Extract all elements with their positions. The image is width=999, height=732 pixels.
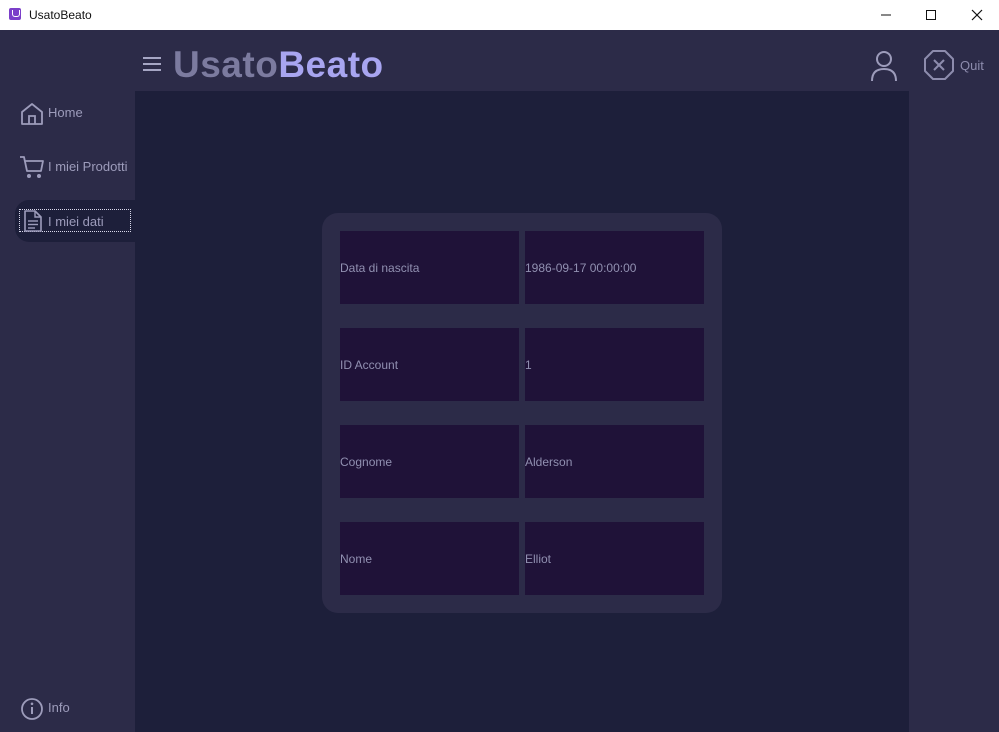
- quit-icon: [924, 50, 954, 80]
- sidebar-item-prodotti[interactable]: I miei Prodotti: [15, 147, 135, 187]
- quit-button[interactable]: Quit: [923, 49, 993, 81]
- cart-icon: [20, 156, 44, 178]
- app-icon: [9, 8, 21, 20]
- window-title: UsatoBeato: [29, 8, 92, 22]
- app-logo: UsatoBeato: [173, 44, 384, 86]
- hamburger-icon: [143, 57, 161, 59]
- minimize-button[interactable]: [863, 0, 909, 30]
- detail-label-birthdate: Data di nascita: [340, 231, 519, 304]
- sidebar-item-label: Info: [48, 700, 70, 715]
- detail-value-account-id: 1: [525, 328, 704, 401]
- sidebar-item-label: Home: [48, 105, 83, 120]
- sidebar-item-label: I miei dati: [48, 214, 104, 229]
- document-icon: [24, 210, 42, 232]
- close-button[interactable]: [954, 0, 999, 30]
- minimize-icon: [881, 14, 891, 16]
- logo-text-beato: Beato: [278, 44, 384, 85]
- logo-text-usato: Usato: [173, 44, 279, 85]
- detail-label-account-id: ID Account: [340, 328, 519, 401]
- sidebar-item-label: I miei Prodotti: [48, 159, 128, 174]
- detail-value-name: Elliot: [525, 522, 704, 595]
- sidebar-item-home[interactable]: Home: [15, 93, 135, 133]
- info-icon: [21, 698, 43, 720]
- maximize-button[interactable]: [908, 0, 954, 30]
- detail-label-name: Nome: [340, 522, 519, 595]
- home-icon: [21, 103, 43, 125]
- hamburger-menu-button[interactable]: [141, 54, 163, 74]
- detail-label-surname: Cognome: [340, 425, 519, 498]
- detail-value-surname: Alderson: [525, 425, 704, 498]
- user-icon: [871, 51, 897, 82]
- title-bar: UsatoBeato: [0, 0, 999, 30]
- close-icon: [971, 9, 983, 21]
- sidebar-item-info[interactable]: Info: [15, 688, 135, 728]
- sidebar-item-dati[interactable]: I miei dati: [15, 200, 135, 242]
- quit-label: Quit: [960, 58, 984, 73]
- detail-value-birthdate: 1986-09-17 00:00:00: [525, 231, 704, 304]
- user-profile-button[interactable]: [868, 49, 900, 83]
- maximize-icon: [926, 10, 936, 20]
